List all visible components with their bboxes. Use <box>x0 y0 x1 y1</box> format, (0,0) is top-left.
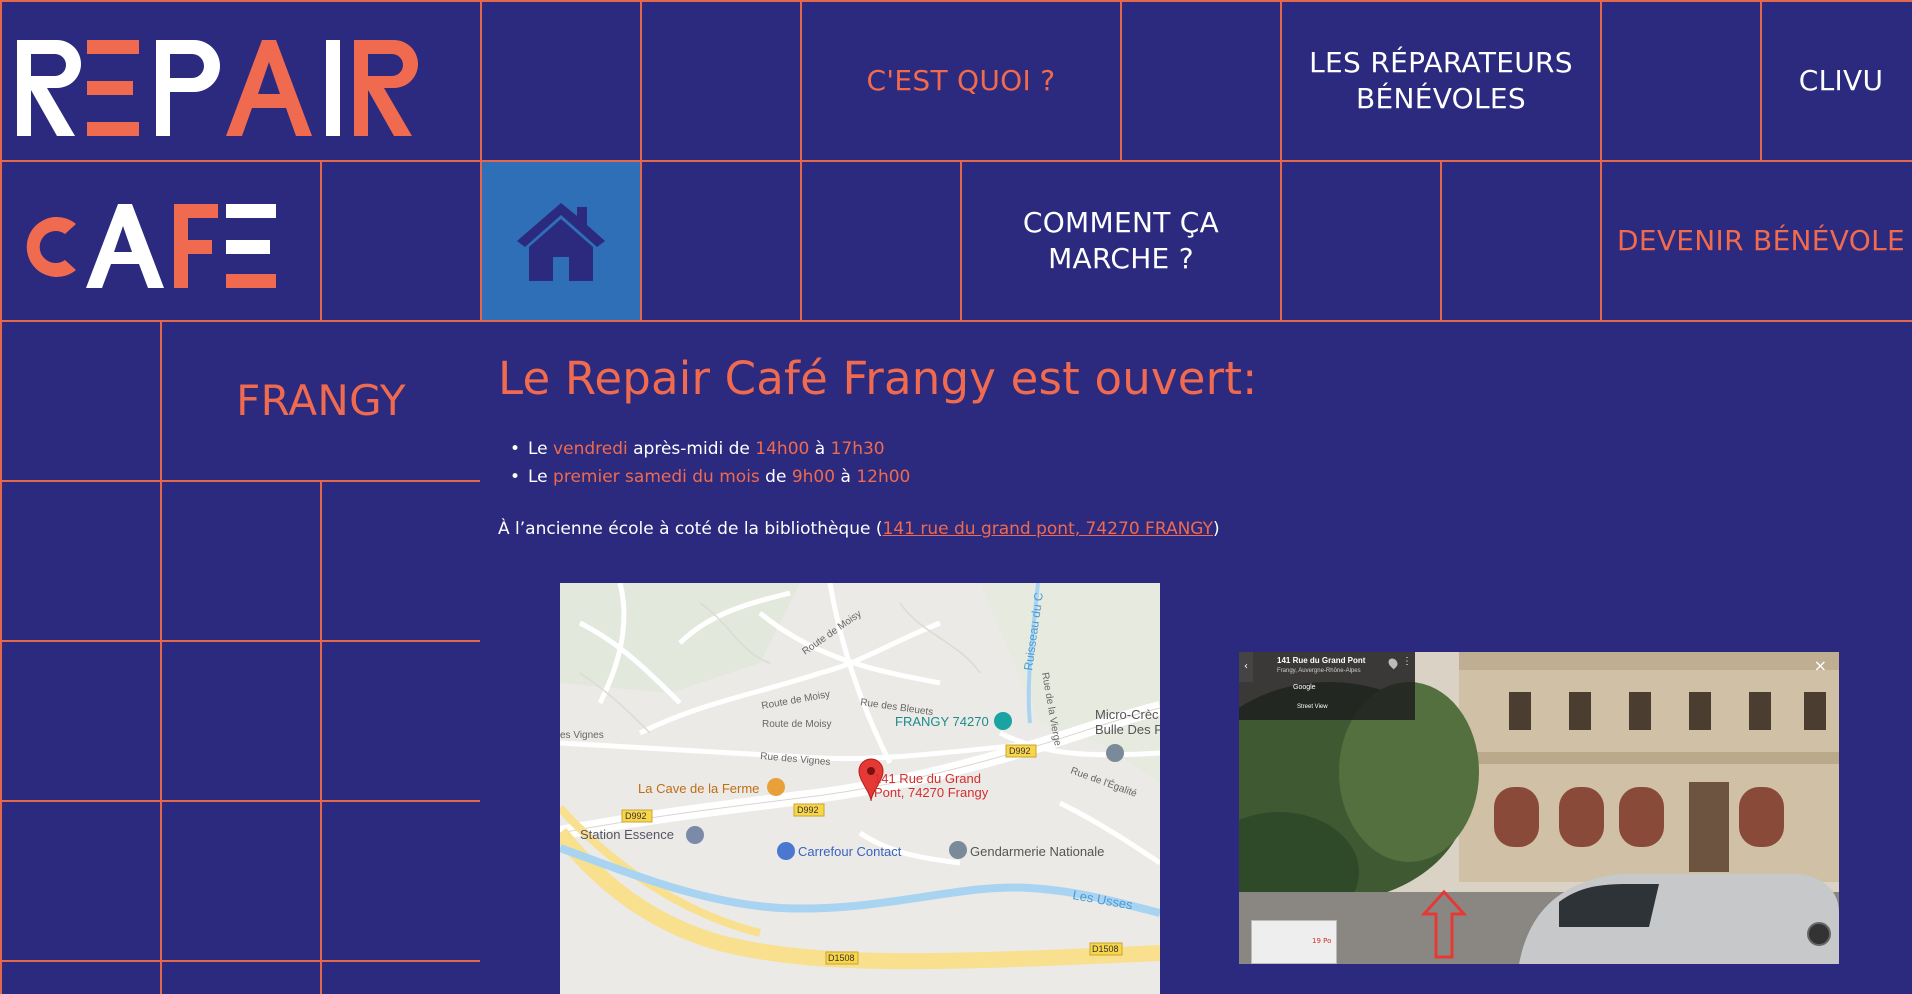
grid-cell <box>1120 0 1282 162</box>
grid-cell <box>0 800 162 962</box>
map-graphic: Route de Moisy Route de Moisy Route de M… <box>560 583 1160 994</box>
grid-cell <box>640 0 802 162</box>
nav-comment-line2: MARCHE ? <box>1048 242 1194 275</box>
logo-cell-repair[interactable] <box>0 0 482 162</box>
schedule-day: premier samedi du mois <box>553 467 760 487</box>
address-suffix: ) <box>1213 519 1220 539</box>
grid-cell <box>0 640 162 802</box>
schedule-day: vendredi <box>553 439 628 459</box>
site-name-cell: FRANGY <box>160 320 482 482</box>
more-options-icon[interactable]: ⋮ <box>1402 656 1412 667</box>
grid-cell <box>800 160 962 322</box>
map-road-shield: D1508 <box>1092 944 1119 954</box>
list-item: Le vendredi après-midi de 14h00 à 17h30 <box>510 435 910 463</box>
grid-cell <box>160 480 322 642</box>
grid-cell <box>640 160 802 322</box>
nav-clivu[interactable]: CLIVU <box>1760 0 1912 162</box>
grid-cell <box>480 0 642 162</box>
map-place-label: Station Essence <box>580 827 674 842</box>
nav-comment-ca-marche[interactable]: COMMENT ÇA MARCHE ? <box>960 160 1282 322</box>
map-place-label: FRANGY 74270 <box>895 714 989 729</box>
street-view-mode: Street View <box>1297 704 1328 710</box>
nav-reparateurs-line2: BÉNÉVOLES <box>1355 82 1526 115</box>
nav-cest-quoi-label: C'EST QUOI ? <box>866 64 1056 97</box>
nav-les-reparateurs[interactable]: LES RÉPARATEURS BÉNÉVOLES <box>1280 0 1602 162</box>
grid-cell <box>160 640 322 802</box>
site-name: FRANGY <box>236 376 406 425</box>
map-pin-label: 141 Rue du Grand <box>874 771 981 786</box>
nav-devenir-benevole[interactable]: DEVENIR BÉNÉVOLE <box>1600 160 1912 322</box>
nav-clivu-label: CLIVU <box>1798 64 1884 97</box>
grid-cell <box>0 960 162 994</box>
grid-cell <box>160 800 322 962</box>
street-view-info-panel[interactable]: 141 Rue du Grand Pont Frangy, Auvergne-R… <box>1239 652 1415 720</box>
compass-icon[interactable] <box>1807 922 1831 946</box>
pin-icon <box>1386 656 1400 670</box>
address-line: À l’ancienne école à coté de la biblioth… <box>498 519 1220 539</box>
address-link[interactable]: 141 rue du grand pont, 74270 FRANGY <box>883 519 1214 539</box>
map-road-shield: D992 <box>1009 746 1031 756</box>
main-content: Le Repair Café Frangy est ouvert: Le ven… <box>480 322 1910 994</box>
schedule-text: Le <box>528 467 554 487</box>
nav-comment-line1: COMMENT ÇA <box>1022 206 1220 239</box>
page-title: Le Repair Café Frangy est ouvert: <box>498 352 1258 405</box>
map-road-label: es Vignes <box>560 730 604 741</box>
list-item: Le premier samedi du mois de 9h00 à 12h0… <box>510 463 911 491</box>
schedule-text: Le <box>528 439 554 459</box>
logo-cell-cafe[interactable] <box>0 160 322 322</box>
map-road-shield: D1508 <box>828 953 855 963</box>
home-icon <box>517 203 605 281</box>
cafe-logo <box>26 204 276 288</box>
map-road-label: Route de Moisy <box>762 719 831 730</box>
grid-cell <box>1280 160 1442 322</box>
minimap-label: 19 Po <box>1312 937 1332 945</box>
street-view-minimap[interactable]: 19 Po <box>1251 920 1337 964</box>
repair-logo <box>17 40 418 136</box>
street-view-back-button[interactable]: ‹ <box>1239 652 1253 682</box>
grid-cell <box>0 480 162 642</box>
schedule-text: après-midi de <box>627 439 756 459</box>
grid-cell <box>320 800 482 962</box>
schedule-end: 12h00 <box>856 467 911 487</box>
grid-cell <box>1440 160 1602 322</box>
close-icon[interactable]: × <box>1814 656 1827 675</box>
map-place-label: Bulle Des P <box>1095 722 1160 737</box>
grid-cell <box>0 320 162 482</box>
nav-devenir-label: DEVENIR BÉNÉVOLE <box>1617 224 1905 257</box>
map-road-shield: D992 <box>625 811 647 821</box>
schedule-text: à <box>835 467 857 487</box>
address-prefix: À l’ancienne école à coté de la biblioth… <box>498 519 883 539</box>
map-pin-label: Pont, 74270 Frangy <box>874 785 989 800</box>
google-label: Google <box>1293 684 1316 691</box>
street-view-title: 141 Rue du Grand Pont <box>1277 656 1366 665</box>
map-place-label: Carrefour Contact <box>798 844 902 859</box>
grid-cell <box>320 960 482 994</box>
nav-cest-quoi[interactable]: C'EST QUOI ? <box>800 0 1122 162</box>
map-road-shield: D992 <box>797 805 819 815</box>
grid-cell <box>160 960 322 994</box>
map-place-label: La Cave de la Ferme <box>638 781 759 796</box>
home-button[interactable] <box>480 160 642 322</box>
location-map[interactable]: Route de Moisy Route de Moisy Route de M… <box>560 583 1160 994</box>
schedule-start: 9h00 <box>791 467 836 487</box>
nav-reparateurs-line1: LES RÉPARATEURS <box>1309 46 1573 79</box>
grid-cell <box>320 160 482 322</box>
schedule-text: de <box>759 467 792 487</box>
schedule-text: à <box>809 439 831 459</box>
page: C'EST QUOI ? LES RÉPARATEURS BÉNÉVOLES C… <box>0 0 1912 994</box>
schedule-start: 14h00 <box>755 439 810 459</box>
opening-hours-list: Le vendredi après-midi de 14h00 à 17h30 … <box>510 435 911 491</box>
grid-cell <box>320 640 482 802</box>
grid-cell <box>320 480 482 642</box>
street-view-embed[interactable]: 141 Rue du Grand Pont Frangy, Auvergne-R… <box>1239 652 1839 964</box>
grid-cell <box>1600 0 1762 162</box>
street-view-subtitle: Frangy, Auvergne-Rhône-Alpes <box>1277 668 1361 674</box>
schedule-end: 17h30 <box>830 439 885 459</box>
map-place-label: Gendarmerie Nationale <box>970 844 1104 859</box>
map-place-label: Micro-Crèc <box>1095 707 1159 722</box>
